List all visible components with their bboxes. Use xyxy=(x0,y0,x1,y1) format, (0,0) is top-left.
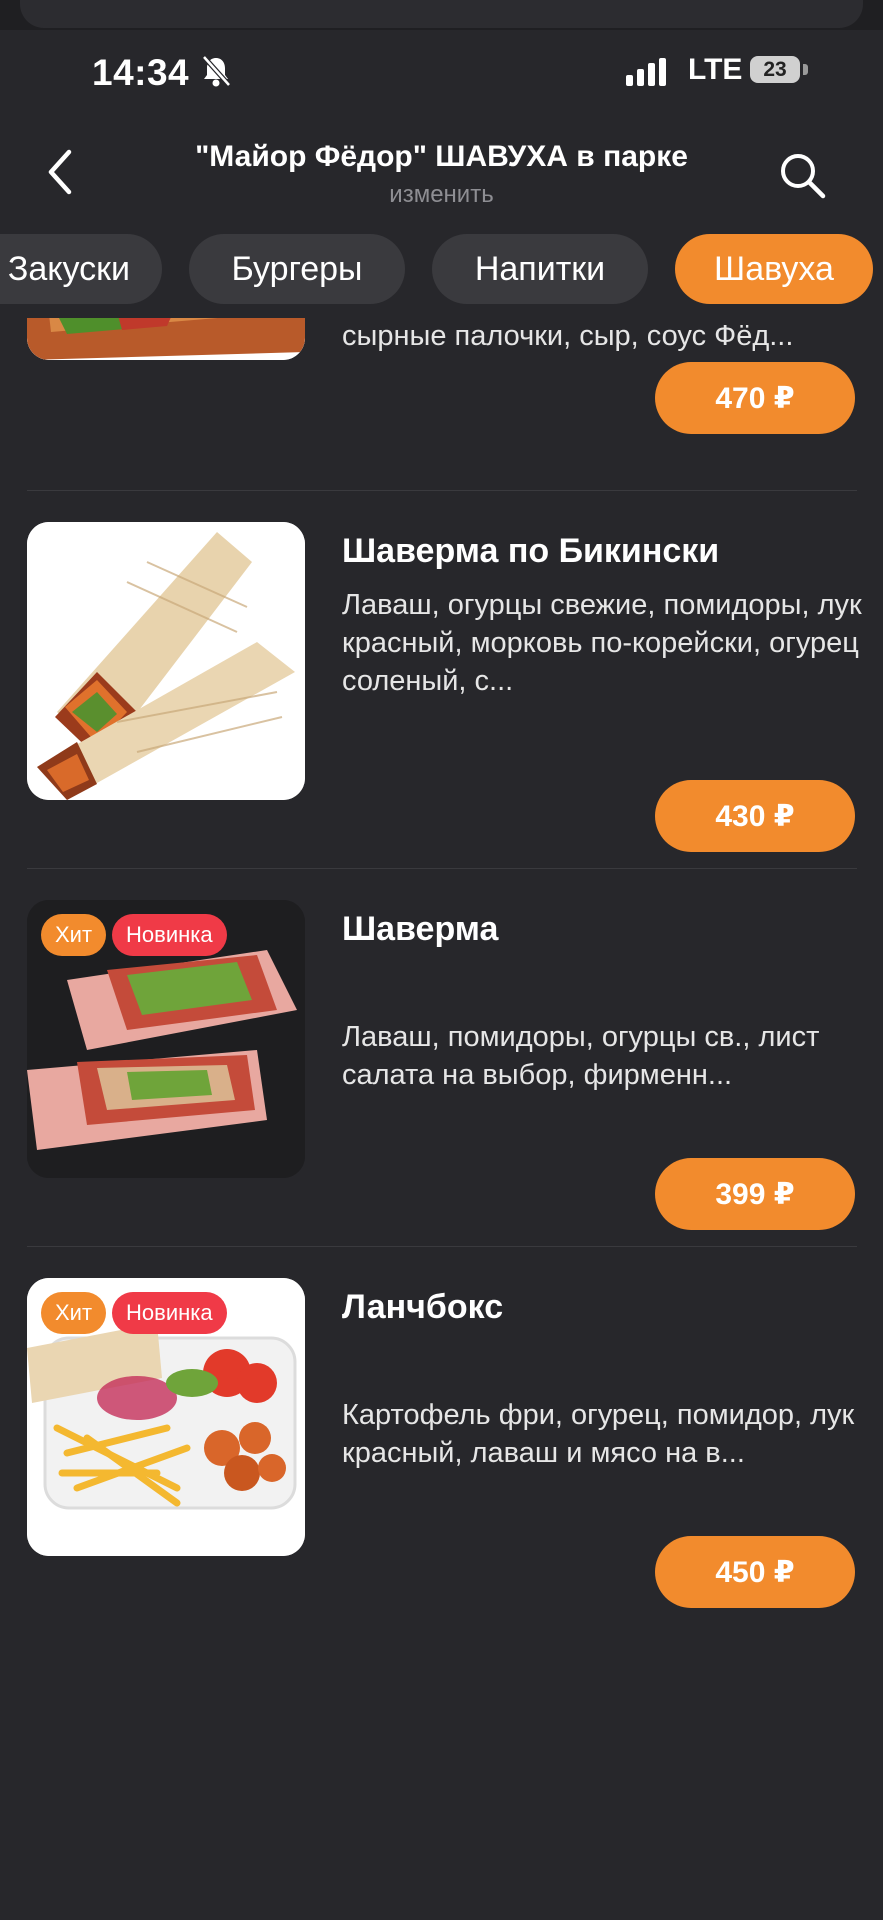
price-button[interactable]: 399 ₽ xyxy=(655,1158,855,1230)
badge-new: Новинка xyxy=(112,914,227,956)
top-band xyxy=(0,0,883,30)
product-name: Шаверма xyxy=(342,910,499,948)
search-button[interactable] xyxy=(773,146,833,206)
tab-label: Шавуха xyxy=(714,249,834,288)
chevron-left-icon xyxy=(48,149,72,195)
product-description: Картофель фри, огурец, помидор, лук крас… xyxy=(342,1399,855,1469)
search-icon xyxy=(781,154,826,199)
product-list: сырные палочки, сыр, соус Фёд... 470 ₽ Ш… xyxy=(0,318,883,1920)
tab-label: Закуски xyxy=(7,249,130,288)
divider xyxy=(27,868,857,869)
badge-hit: Хит xyxy=(41,1292,107,1334)
product-card[interactable]: Шаверма по Бикински Лаваш, огурцы свежие… xyxy=(27,522,862,862)
product-name: Ланчбокс xyxy=(342,1288,504,1326)
back-button[interactable] xyxy=(34,142,86,202)
product-description: сырные палочки, сыр, соус Фёд... xyxy=(342,320,794,352)
badge-new: Новинка xyxy=(112,1292,227,1334)
product-image xyxy=(27,318,305,360)
product-card[interactable]: Хит Новинка Шаверма Лаваш, помидоры, огу… xyxy=(27,900,857,1240)
badge-group: Хит Новинка xyxy=(41,1292,227,1334)
tab-shavukha[interactable]: Шавуха xyxy=(675,234,873,304)
product-description: Лаваш, помидоры, огурцы св., лист салата… xyxy=(342,1021,820,1091)
status-time: 14:34 xyxy=(92,52,190,93)
product-description: Лаваш, огурцы свежие, помидоры, лук крас… xyxy=(342,589,862,697)
battery-tip xyxy=(803,64,808,75)
price-button[interactable]: 470 ₽ xyxy=(655,362,855,434)
tab-label: Бургеры xyxy=(231,249,363,288)
product-image: Хит Новинка xyxy=(27,900,305,1178)
header: "Майор Фёдор" ШАВУХА в парке изменить xyxy=(0,124,883,224)
battery-icon: 23 xyxy=(750,56,800,83)
badge-hit: Хит xyxy=(41,914,107,956)
tab-zakuski[interactable]: Закуски xyxy=(0,234,162,304)
price-button[interactable]: 450 ₽ xyxy=(655,1536,855,1608)
product-image xyxy=(27,522,305,800)
change-link[interactable]: изменить xyxy=(130,181,753,209)
price-button[interactable]: 430 ₽ xyxy=(655,780,855,852)
signal-icon xyxy=(626,58,672,91)
page-title: "Майор Фёдор" ШАВУХА в парке xyxy=(195,140,688,173)
divider xyxy=(27,490,857,491)
tab-drinks[interactable]: Напитки xyxy=(432,234,648,304)
tab-burgers[interactable]: Бургеры xyxy=(189,234,405,304)
product-name: Шаверма по Бикински xyxy=(342,532,720,570)
product-card[interactable]: сырные палочки, сыр, соус Фёд... 470 ₽ xyxy=(27,318,857,434)
tab-label: Напитки xyxy=(474,249,606,288)
divider xyxy=(27,1246,857,1247)
top-band-inner xyxy=(20,0,863,28)
bell-muted-icon xyxy=(200,54,232,93)
status-bar: 14:34 LTE 23 xyxy=(0,40,883,104)
product-card[interactable]: Хит Новинка Ланчбокс Картофель фри, огур… xyxy=(27,1278,857,1618)
badge-group: Хит Новинка xyxy=(41,914,227,956)
network-type: LTE xyxy=(688,53,743,86)
product-image: Хит Новинка xyxy=(27,1278,305,1556)
category-tabs: Закуски Бургеры Напитки Шавуха xyxy=(0,234,883,304)
